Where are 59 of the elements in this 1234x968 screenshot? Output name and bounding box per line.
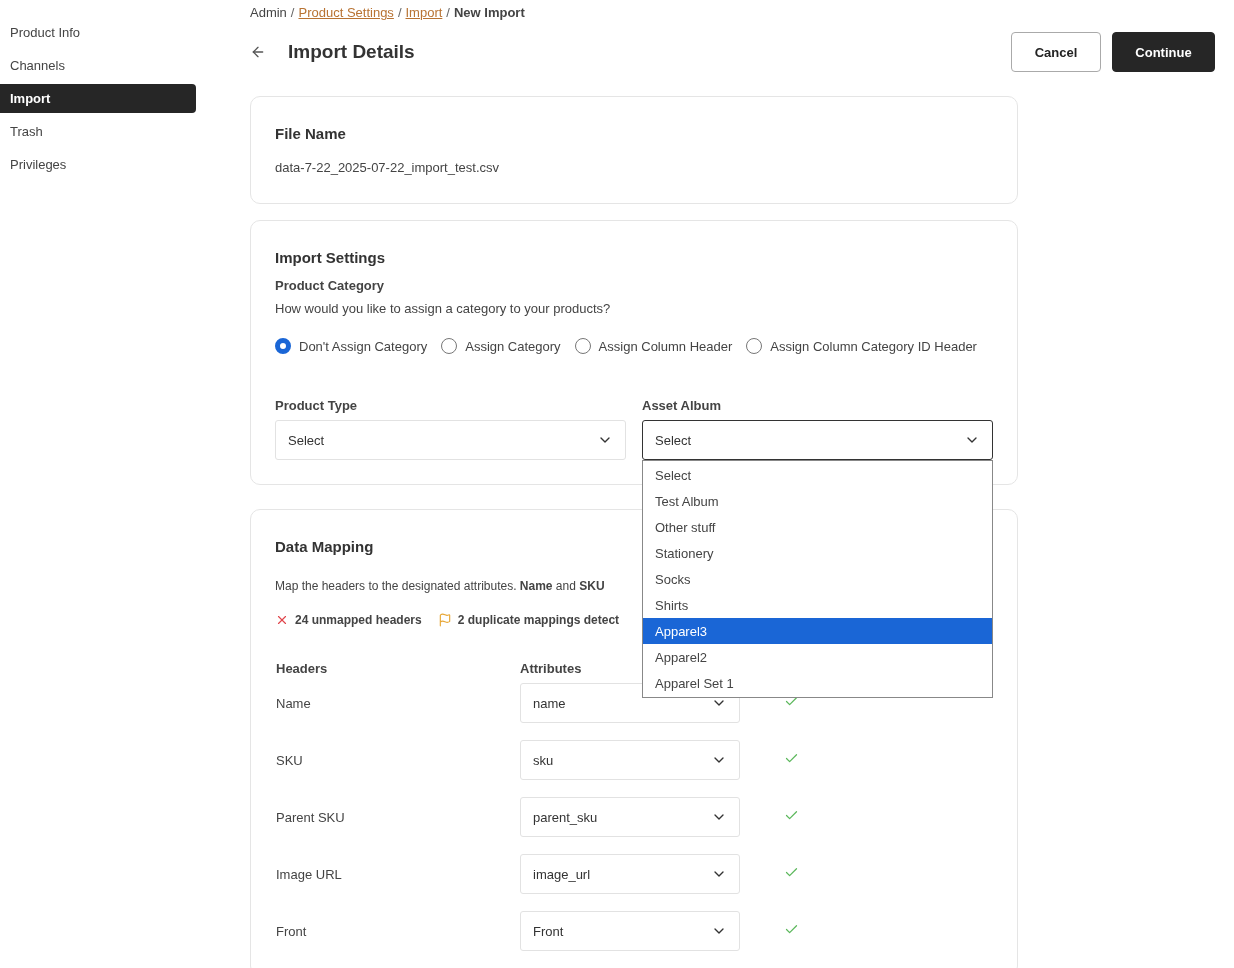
select-value: Front [533,923,564,939]
select-value: image_url [533,866,591,882]
select-value: sku [533,752,554,768]
duplicate-count: 2 duplicate mappings detect [457,613,620,627]
select-field[interactable]: sku [520,740,740,780]
page-title: Import Details [288,41,415,63]
select-field[interactable]: parent_sku [520,797,740,837]
unmapped-count: 24 unmapped headers [295,613,422,627]
sidebar-item[interactable]: Import [0,84,196,113]
radio-label: Don't Assign Category [299,338,428,354]
flag-icon [437,613,452,627]
radio-icon[interactable] [574,338,591,354]
field-question: How would you like to assign a category to your products? [275,301,611,316]
mapping-description: Map the headers to the designated attributes. Name and SKU [275,579,605,593]
radio-option[interactable]: Don't Assign Category [275,338,428,354]
card-title: Data Mapping [275,538,374,555]
select-field[interactable]: image_url [520,854,740,894]
breadcrumb-separator: / [290,5,295,20]
sidebar-item[interactable]: Channels [0,51,196,80]
breadcrumb-separator: / [397,5,402,20]
radio-option[interactable]: Assign Column Header [574,338,733,354]
select-value: Select [288,432,325,448]
radio-icon[interactable] [275,338,291,354]
header-name: Image URL [276,866,343,882]
breadcrumb-item: New Import [453,5,525,20]
sidebar-item[interactable]: Product Info [0,18,196,47]
file-name: data-7-22_2025-07-22_import_test.csv [275,160,500,175]
header-name: Name [276,695,312,711]
column-header: Headers [276,661,328,676]
column-header: Attributes [520,661,582,676]
select-value: name [533,695,566,711]
radio-icon[interactable] [441,338,458,354]
card-title: File Name [275,125,346,142]
select-field[interactable]: Select [275,420,626,460]
header-name: Front [276,923,308,939]
header-name: SKU [276,752,304,768]
select-value: parent_sku [533,809,598,825]
sidebar-item[interactable]: Privileges [0,150,196,179]
breadcrumb-separator: / [446,5,450,20]
radio-option[interactable]: Assign Category [441,338,561,354]
field-label: Product Category [275,278,386,293]
field-label: Asset Album [642,398,722,413]
field-label: Product Type [275,398,359,413]
dropdown-option[interactable]: Apparel3 [643,618,992,644]
select-field[interactable]: Select [642,420,993,460]
close-icon [275,613,289,627]
card-title: Import Settings [275,249,385,266]
breadcrumb-link[interactable]: Import [405,5,443,20]
header-name: Parent SKU [276,809,346,825]
breadcrumb-link[interactable]: Product Settings [298,5,394,20]
continue-button[interactable]: Continue [1112,32,1215,72]
radio-icon[interactable] [746,338,763,354]
radio-label: Assign Column Header [598,338,733,354]
breadcrumb-item: Admin [250,5,287,20]
radio-label: Assign Category [465,338,561,354]
select-value: Select [655,432,692,448]
sidebar-item[interactable]: Trash [0,117,196,146]
cancel-button[interactable]: Cancel [1011,32,1101,72]
select-field[interactable]: Front [520,911,740,951]
